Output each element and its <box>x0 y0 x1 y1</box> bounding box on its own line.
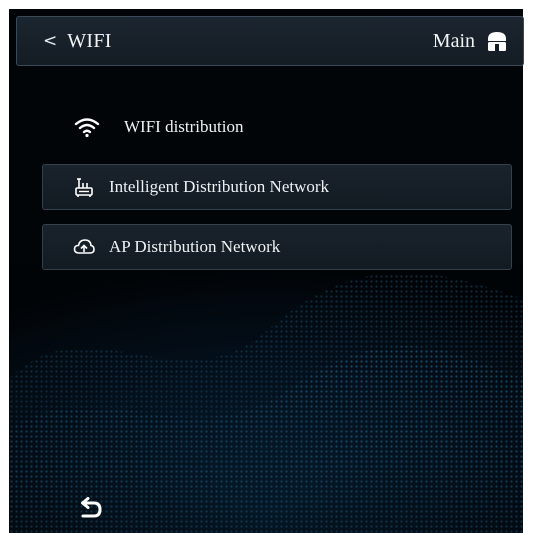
main-label: Main <box>432 29 475 52</box>
intelligent-distribution-label: Intelligent Distribution Network <box>109 177 330 196</box>
device-screen <box>9 9 523 533</box>
back-chevron-icon: < <box>43 31 58 51</box>
main-button[interactable]: Main <box>433 17 509 65</box>
wifi-distribution-label: WIFI distribution <box>124 117 244 136</box>
back-button[interactable]: < WIFI <box>17 17 112 65</box>
header-bar: < WIFI Main <box>16 16 524 66</box>
home-icon <box>488 32 506 51</box>
intelligent-distribution-button[interactable]: Intelligent Distribution Network <box>42 164 512 210</box>
ap-distribution-label: AP Distribution Network <box>109 237 281 256</box>
page-title: WIFI <box>67 29 112 52</box>
wifi-icon <box>74 118 100 138</box>
router-icon <box>75 178 93 197</box>
ap-distribution-button[interactable]: AP Distribution Network <box>42 224 512 270</box>
wifi-distribution-row: WIFI distribution <box>74 112 243 142</box>
cloud-upload-icon <box>73 239 95 254</box>
return-arrow-icon[interactable] <box>78 497 104 521</box>
wave-background <box>9 259 523 533</box>
